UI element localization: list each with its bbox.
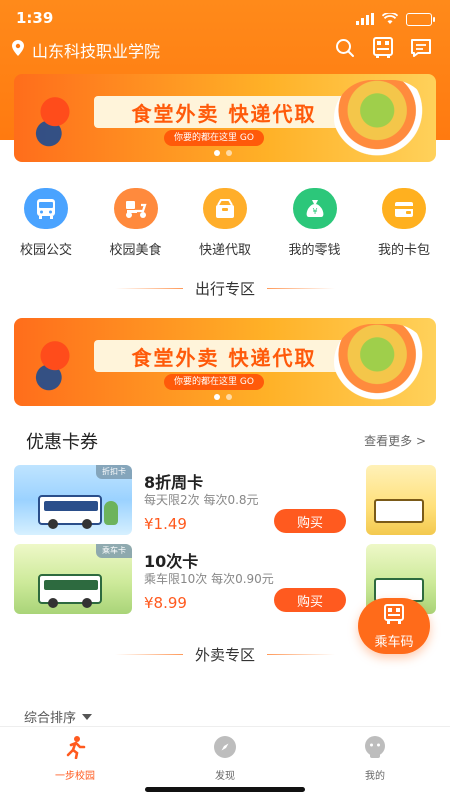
svg-text:¥: ¥ [312,207,317,216]
package-icon [203,188,247,229]
card-tag: 乘车卡 [96,544,132,558]
bus-card-image: 折扣卡 [14,465,132,535]
banner-dot[interactable] [226,394,232,400]
card-price: ¥8.99 [144,594,187,612]
quick-actions: 校园公交 校园美食 快递代取 ¥ 我的零钱 我的卡包 [0,188,450,258]
quick-label: 我的卡包 [377,243,430,258]
food-plate-illustration [334,80,430,156]
divider-line [267,287,335,289]
section-title: 外卖专区 [194,645,255,664]
quick-label: 校园公交 [19,243,72,258]
card-name: 8折周卡 [144,473,204,492]
sort-label: 综合排序 [24,711,77,726]
tab-profile[interactable]: 我的 [300,727,450,800]
scooter-icon [113,188,158,229]
coupon-header: 优惠卡券 查看更多 > [26,428,426,453]
card-tag: 折扣卡 [96,465,132,479]
divider-line [267,653,335,655]
compass-icon [213,735,237,763]
quick-item-campus-bus[interactable]: 校园公交 [14,188,78,258]
quick-item-express-pickup[interactable]: 快递代取 [193,188,257,258]
tree-illustration [104,501,118,525]
coupon-section-title: 优惠卡券 [26,432,98,453]
delivery-rider-illustration [24,90,86,152]
money-bag-icon: ¥ [292,188,337,229]
section-header-takeout: 外卖专区 [0,644,450,664]
tab-label: 一步校园 [55,771,95,782]
divider-line [114,287,183,289]
section-header-travel: 出行专区 [0,278,450,298]
buy-button[interactable]: 购买 [274,588,346,612]
coupon-card[interactable]: 折扣卡 8折周卡 每天限2次 每次0.8元 ¥1.49 购买 [14,465,354,537]
quick-item-campus-food[interactable]: 校园美食 [104,188,168,258]
bus-code-icon[interactable] [372,37,394,59]
quick-item-my-change[interactable]: ¥ 我的零钱 [283,188,347,258]
qr-code-icon [383,603,405,629]
status-time: 1:39 [16,9,54,27]
section-title: 出行专区 [194,279,255,298]
quick-label: 快递代取 [198,243,251,258]
card-price: ¥1.49 [144,515,187,533]
tab-label: 发现 [215,771,235,782]
bus-illustration [374,499,424,523]
location-pin-icon [12,40,24,60]
status-bar: 1:39 [0,0,450,36]
quick-label: 校园美食 [109,243,162,258]
delivery-rider-illustration [24,334,86,396]
tab-home[interactable]: 一步校园 [0,727,150,800]
banner-pagination [214,394,232,400]
home-indicator [145,787,305,792]
status-icons [356,10,435,29]
banner-title: 食堂外卖 快递代取 [131,101,317,126]
battery-icon [406,13,435,26]
message-icon[interactable] [410,37,432,59]
promo-banner-travel[interactable]: 食堂外卖 快递代取 你要的都在这里 GO [14,318,436,406]
banner-strip: 食堂外卖 快递代取 [94,340,354,372]
banner-dot[interactable] [214,394,220,400]
divider-line [114,653,183,655]
bus-icon [24,188,68,229]
banner-subtitle: 你要的都在这里 GO [164,374,264,390]
quick-item-my-cards[interactable]: 我的卡包 [372,188,436,258]
coupon-card[interactable]: 乘车卡 10次卡 乘车限10次 每次0.90元 ¥8.99 购买 [14,544,354,616]
nav-bar: 山东科技职业学院 [0,36,450,64]
card-name: 10次卡 [144,552,199,571]
banner-pagination [214,150,232,156]
wallet-icon [382,188,426,229]
nav-actions [334,37,432,59]
profile-icon [363,735,387,763]
bus-illustration [38,574,102,608]
sort-dropdown[interactable]: 综合排序 [24,707,93,726]
bus-card-image: 乘车卡 [14,544,132,614]
banner-subtitle: 你要的都在这里 GO [164,130,264,146]
food-plate-illustration [334,324,430,400]
banner-strip: 食堂外卖 快递代取 [94,96,354,128]
runner-icon [63,735,87,763]
promo-banner-top[interactable]: 食堂外卖 快递代取 你要的都在这里 GO [14,74,436,162]
bus-illustration [38,495,102,529]
wifi-icon [381,10,399,29]
banner-title: 食堂外卖 快递代取 [131,345,317,370]
search-icon[interactable] [334,37,356,59]
signal-icon [356,10,374,29]
coupon-card-peek[interactable] [366,465,436,535]
location-name: 山东科技职业学院 [32,42,161,61]
banner-dot[interactable] [214,150,220,156]
view-more-link[interactable]: 查看更多 > [364,432,426,449]
card-description: 乘车限10次 每次0.90元 [144,572,274,586]
chevron-down-icon [82,713,93,720]
quick-label: 我的零钱 [288,243,341,258]
card-description: 每天限2次 每次0.8元 [144,493,259,507]
tab-label: 我的 [365,771,385,782]
banner-dot[interactable] [226,150,232,156]
buy-button[interactable]: 购买 [274,509,346,533]
location-selector[interactable]: 山东科技职业学院 [12,38,160,62]
